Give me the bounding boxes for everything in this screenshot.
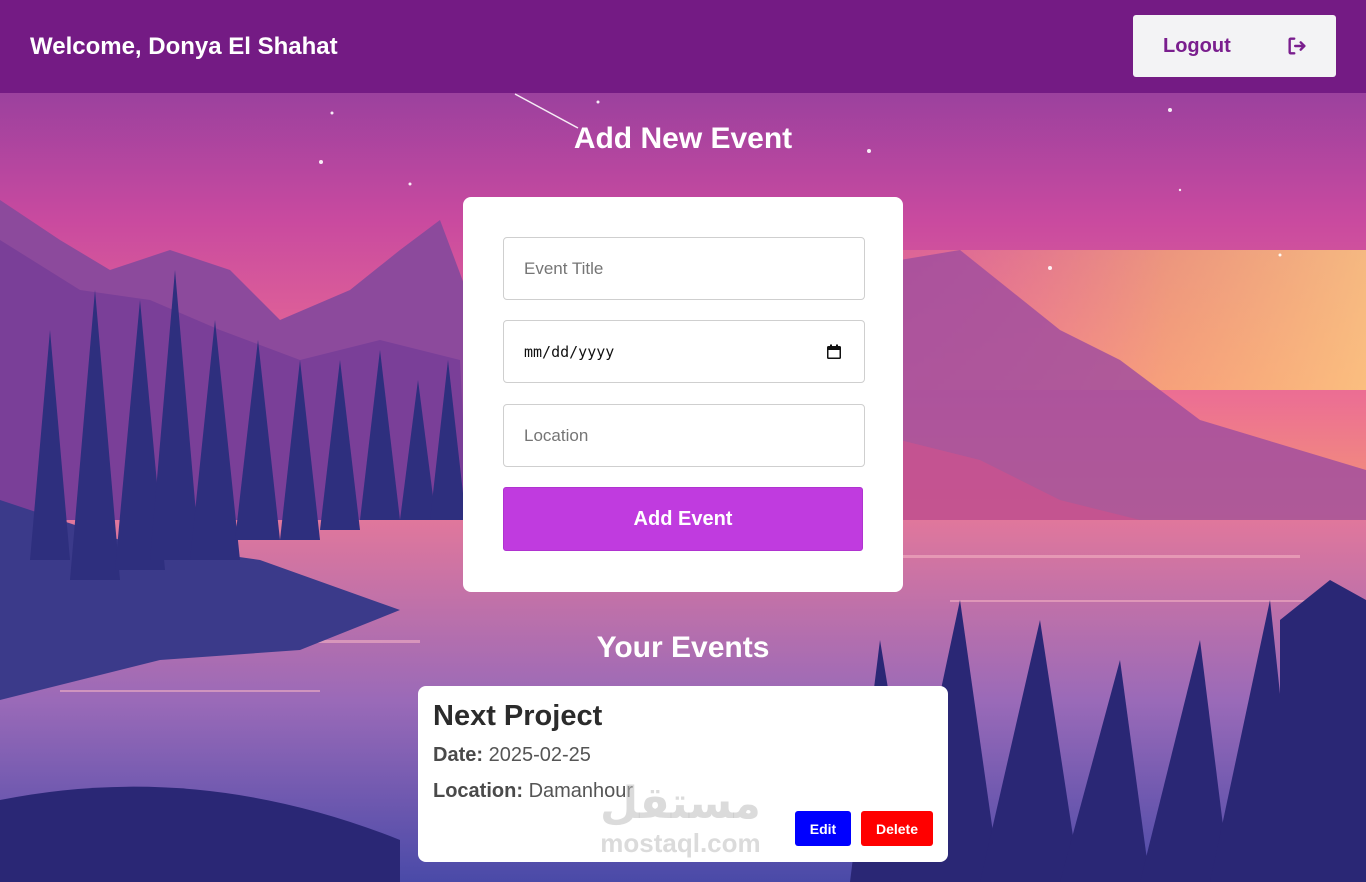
delete-event-button[interactable]: Delete (861, 811, 933, 846)
add-event-form: Event Title mm/dd/yyyy Location Add Even… (463, 197, 903, 592)
your-events-heading: Your Events (596, 631, 770, 664)
event-date-input[interactable]: mm/dd/yyyy (503, 320, 865, 383)
edit-event-button[interactable]: Edit (795, 811, 851, 846)
top-header: Welcome, Donya El Shahat Logout (0, 0, 1366, 93)
sign-out-icon (1286, 35, 1308, 57)
add-event-heading: Add New Event (573, 122, 793, 155)
event-location-placeholder: Location (524, 425, 589, 445)
logout-label: Logout (1163, 34, 1231, 57)
event-date-placeholder: mm/dd/yyyy (524, 342, 615, 361)
event-title: Next Project (433, 700, 603, 732)
event-location-label: Location: (433, 780, 523, 802)
event-date-line: Date: 2025-02-25 (433, 744, 933, 767)
event-title-input[interactable]: Event Title (503, 237, 865, 300)
event-location-input[interactable]: Location (503, 404, 865, 467)
event-card: Next Project Date: 2025-02-25 Location: … (418, 686, 948, 862)
event-location-line: Location: Damanhour (433, 780, 933, 803)
event-location-value: Damanhour (528, 780, 634, 802)
event-title-placeholder: Event Title (524, 258, 604, 278)
calendar-icon[interactable] (826, 344, 842, 360)
welcome-text: Welcome, Donya El Shahat (30, 32, 338, 60)
event-date-label: Date: (433, 744, 484, 766)
add-event-button[interactable]: Add Event (503, 487, 863, 551)
logout-button[interactable]: Logout (1133, 15, 1336, 77)
event-date-value: 2025-02-25 (488, 744, 591, 766)
